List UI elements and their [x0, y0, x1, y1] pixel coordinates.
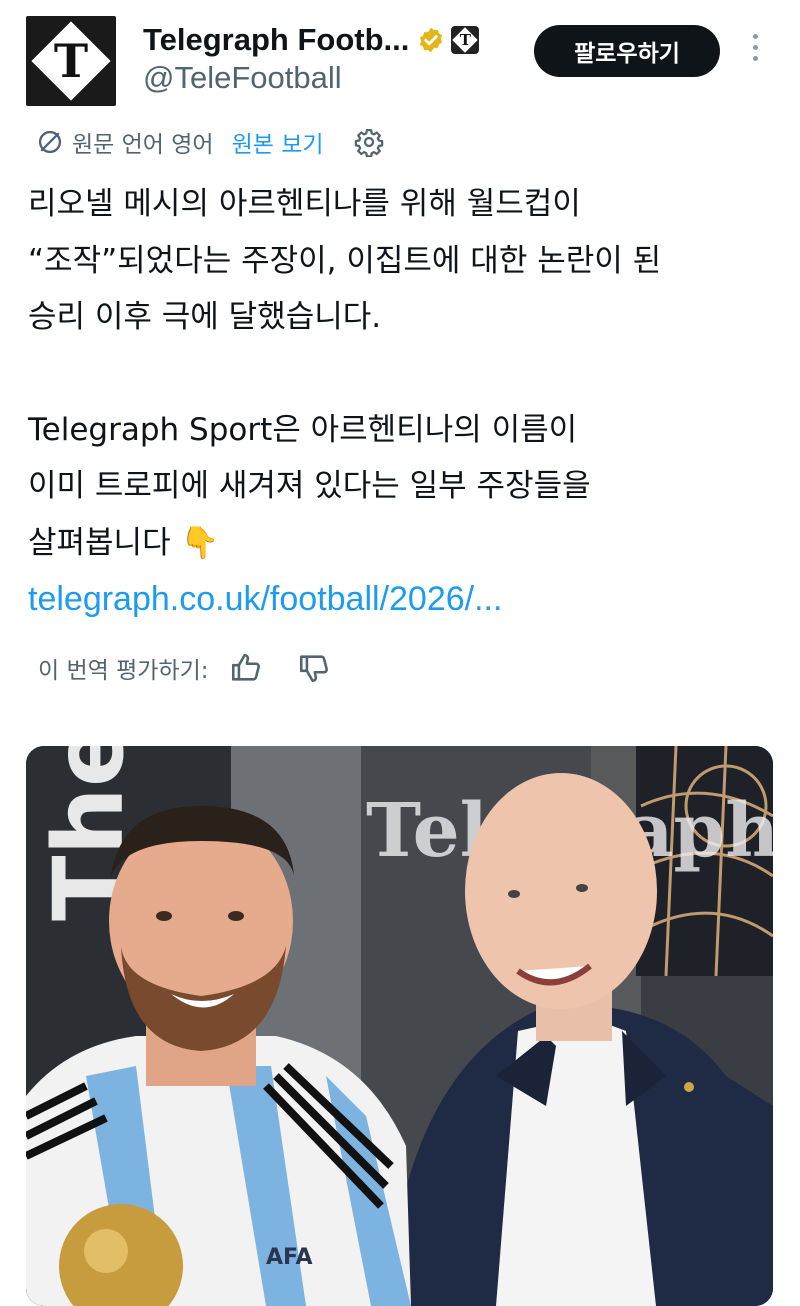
account-name-row: Telegraph Footb... T [143, 20, 480, 60]
globe-slash-icon [38, 130, 62, 154]
rate-translation-label: 이 번역 평가하기: [38, 658, 209, 684]
rate-translation-row: 이 번역 평가하기: [38, 648, 331, 688]
photo-illustration: The F Telegraph AFA [26, 746, 773, 1306]
tweet-line: 리오넬 메시의 아르헨티나를 위해 월드컵이 [28, 186, 581, 222]
tweet-line: 이미 트로피에 새겨져 있다는 일부 주장들을 [28, 468, 591, 504]
translation-bar: 원문 언어 영어 원본 보기 [36, 124, 384, 160]
follow-button[interactable]: 팔로우하기 [534, 25, 720, 77]
more-icon[interactable] [744, 34, 766, 70]
tweet-line: 승리 이후 극에 달했습니다. [28, 299, 382, 335]
account-handle[interactable]: @TeleFootball [143, 60, 342, 96]
account-name[interactable]: Telegraph Footb... [143, 22, 409, 58]
tweet-text: 리오넬 메시의 아르헨티나를 위해 월드컵이 “조작”되었다는 주장이, 이집트… [28, 176, 788, 628]
gear-icon[interactable] [354, 127, 384, 157]
tweet-line: 살펴봅니다 👇 [28, 524, 220, 561]
tweet-media-photo[interactable]: The F Telegraph AFA [26, 746, 773, 1306]
thumbs-up-icon[interactable] [229, 651, 263, 685]
avatar-letter: T [53, 34, 89, 88]
view-original-link[interactable]: 원본 보기 [232, 125, 324, 159]
verified-badge-icon [420, 27, 443, 53]
thumbs-down-icon[interactable] [297, 651, 331, 685]
tweet-line: Telegraph Sport은 아르헨티나의 이름이 [28, 411, 578, 448]
tweet-header: T Telegraph Footb... T @TeleFootball 팔로우… [0, 0, 800, 120]
affiliate-logo-icon[interactable]: T [451, 26, 480, 54]
tweet-line: “조작”되었다는 주장이, 이집트에 대한 논란이 된 [28, 242, 662, 279]
article-link[interactable]: telegraph.co.uk/football/2026/... [28, 571, 788, 628]
translation-source-label: 원문 언어 영어 [72, 132, 214, 158]
afa-badge-text: AFA [266, 1245, 313, 1270]
account-avatar[interactable]: T [26, 16, 116, 106]
